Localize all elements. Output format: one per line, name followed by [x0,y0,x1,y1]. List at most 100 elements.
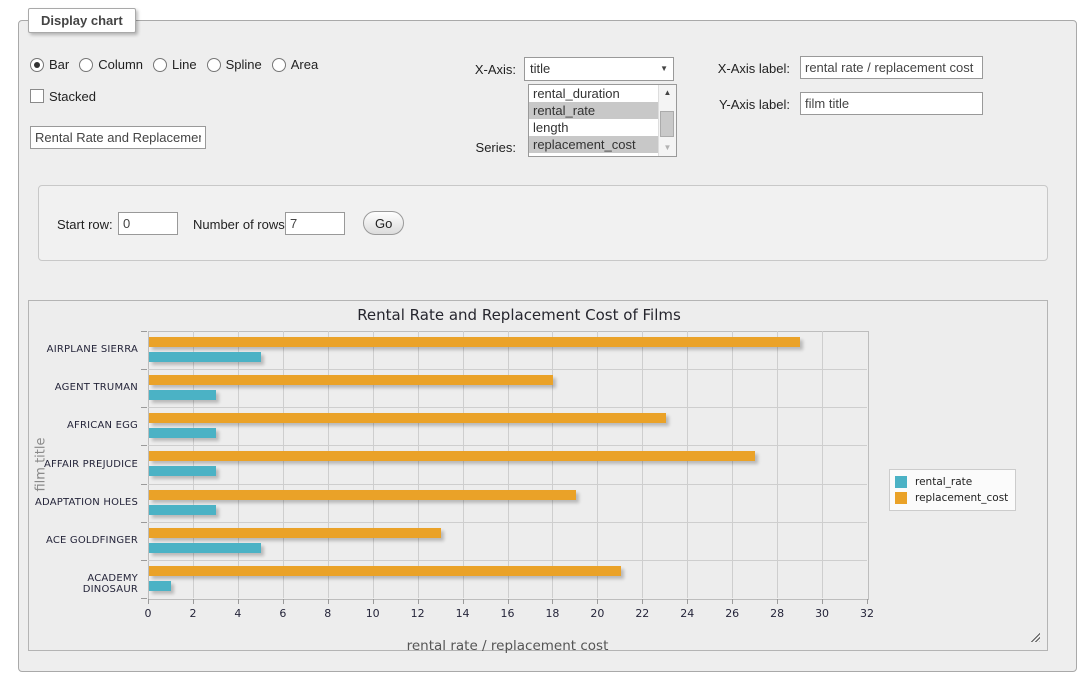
number-of-rows-input[interactable] [285,212,345,235]
x-tick-label: 0 [131,607,165,620]
y-tick-mark [141,331,147,332]
chart-title-input[interactable] [30,126,206,149]
x-axis-selected-value: title [530,61,550,76]
x-tick-label: 30 [805,607,839,620]
chart-container: Rental Rate and Replacement Cost of Film… [28,300,1048,651]
y-axis-label-caption: Y-Axis label: [700,97,790,112]
radio-icon[interactable] [272,58,286,72]
legend-row: replacement_cost [895,490,1008,506]
stacked-option[interactable]: Stacked [30,89,96,104]
x-axis-label-input[interactable] [800,56,983,79]
x-tick-mark [777,599,778,604]
gridline [777,331,778,598]
chart-type-option-line[interactable]: Line [153,57,197,72]
y-axis-label-input[interactable] [800,92,983,115]
scroll-up-icon[interactable]: ▲ [659,85,676,101]
resize-handle-icon[interactable] [1029,631,1040,642]
stacked-label: Stacked [49,89,96,104]
y-tick-mark [141,445,147,446]
number-of-rows-label: Number of rows: [193,217,288,232]
radio-icon[interactable] [153,58,167,72]
y-tick-label: AIRPLANE SIERRA [29,344,138,355]
y-tick-mark [141,407,147,408]
chart-type-option-column[interactable]: Column [79,57,143,72]
x-tick-label: 22 [625,607,659,620]
stacked-checkbox[interactable] [30,89,44,103]
y-tick-mark [141,484,147,485]
gridline [463,331,464,598]
x-tick-label: 20 [580,607,614,620]
bar-replacement_cost [149,375,553,385]
gridline [193,331,194,598]
x-tick-mark [283,599,284,604]
gridline [148,445,867,446]
x-tick-label: 26 [715,607,749,620]
go-button[interactable]: Go [363,211,404,235]
gridline [238,331,239,598]
legend-swatch-rental_rate [895,476,907,488]
scroll-down-icon[interactable]: ▼ [659,140,676,156]
series-multiselect[interactable]: rental_durationrental_ratelengthreplacem… [528,84,677,157]
x-axis-label-caption: X-Axis label: [700,61,790,76]
row-range-fieldset [38,185,1048,261]
bar-replacement_cost [149,528,441,538]
gridline [642,331,643,598]
series-options: rental_durationrental_ratelengthreplacem… [529,85,676,153]
bar-rental_rate [149,428,216,438]
x-tick-mark [552,599,553,604]
radio-icon[interactable] [207,58,221,72]
x-tick-label: 10 [356,607,390,620]
bar-replacement_cost [149,337,800,347]
scrollbar-thumb[interactable] [660,111,674,137]
chart-type-label: Spline [226,57,262,72]
chart-type-option-area[interactable]: Area [272,57,318,72]
radio-icon[interactable] [30,58,44,72]
x-tick-label: 4 [221,607,255,620]
gridline [373,331,374,598]
series-option-replacement-cost[interactable]: replacement_cost [529,136,659,153]
y-tick-mark [141,369,147,370]
legend-row: rental_rate [895,474,1008,490]
bar-rental_rate [149,466,216,476]
legend-label: replacement_cost [915,492,1008,504]
series-scrollbar[interactable]: ▲ ▼ [658,85,676,156]
radio-icon[interactable] [79,58,93,72]
x-tick-label: 16 [491,607,525,620]
x-tick-mark [373,599,374,604]
y-tick-label: ACADEMY DINOSAUR [29,573,138,595]
gridline [508,331,509,598]
bar-rental_rate [149,390,216,400]
fieldset-legend: Display chart [28,8,136,33]
series-option-length[interactable]: length [529,119,659,136]
chart-type-option-bar[interactable]: Bar [30,57,69,72]
gridline [148,484,867,485]
y-tick-mark [141,522,147,523]
y-tick-label: ACE GOLDFINGER [29,535,138,546]
x-tick-mark [867,599,868,604]
x-tick-label: 28 [760,607,794,620]
start-row-label: Start row: [57,217,113,232]
x-tick-label: 2 [176,607,210,620]
x-tick-label: 6 [266,607,300,620]
bar-rental_rate [149,543,261,553]
x-axis-select[interactable]: title ▼ [524,57,674,81]
x-tick-mark [193,599,194,604]
x-tick-label: 12 [401,607,435,620]
series-option-rental-duration[interactable]: rental_duration [529,85,659,102]
series-option-rental-rate[interactable]: rental_rate [529,102,659,119]
gridline [597,331,598,598]
chart-type-label: Column [98,57,143,72]
x-tick-mark [642,599,643,604]
bar-replacement_cost [149,413,666,423]
bar-rental_rate [149,352,261,362]
start-row-input[interactable] [118,212,178,235]
bar-replacement_cost [149,566,621,576]
chart-type-option-spline[interactable]: Spline [207,57,262,72]
gridline [148,369,867,370]
bar-replacement_cost [149,490,576,500]
legend-label: rental_rate [915,476,972,488]
bar-rental_rate [149,581,171,591]
y-tick-mark [141,598,147,599]
chevron-down-icon: ▼ [660,58,668,80]
bar-rental_rate [149,505,216,515]
